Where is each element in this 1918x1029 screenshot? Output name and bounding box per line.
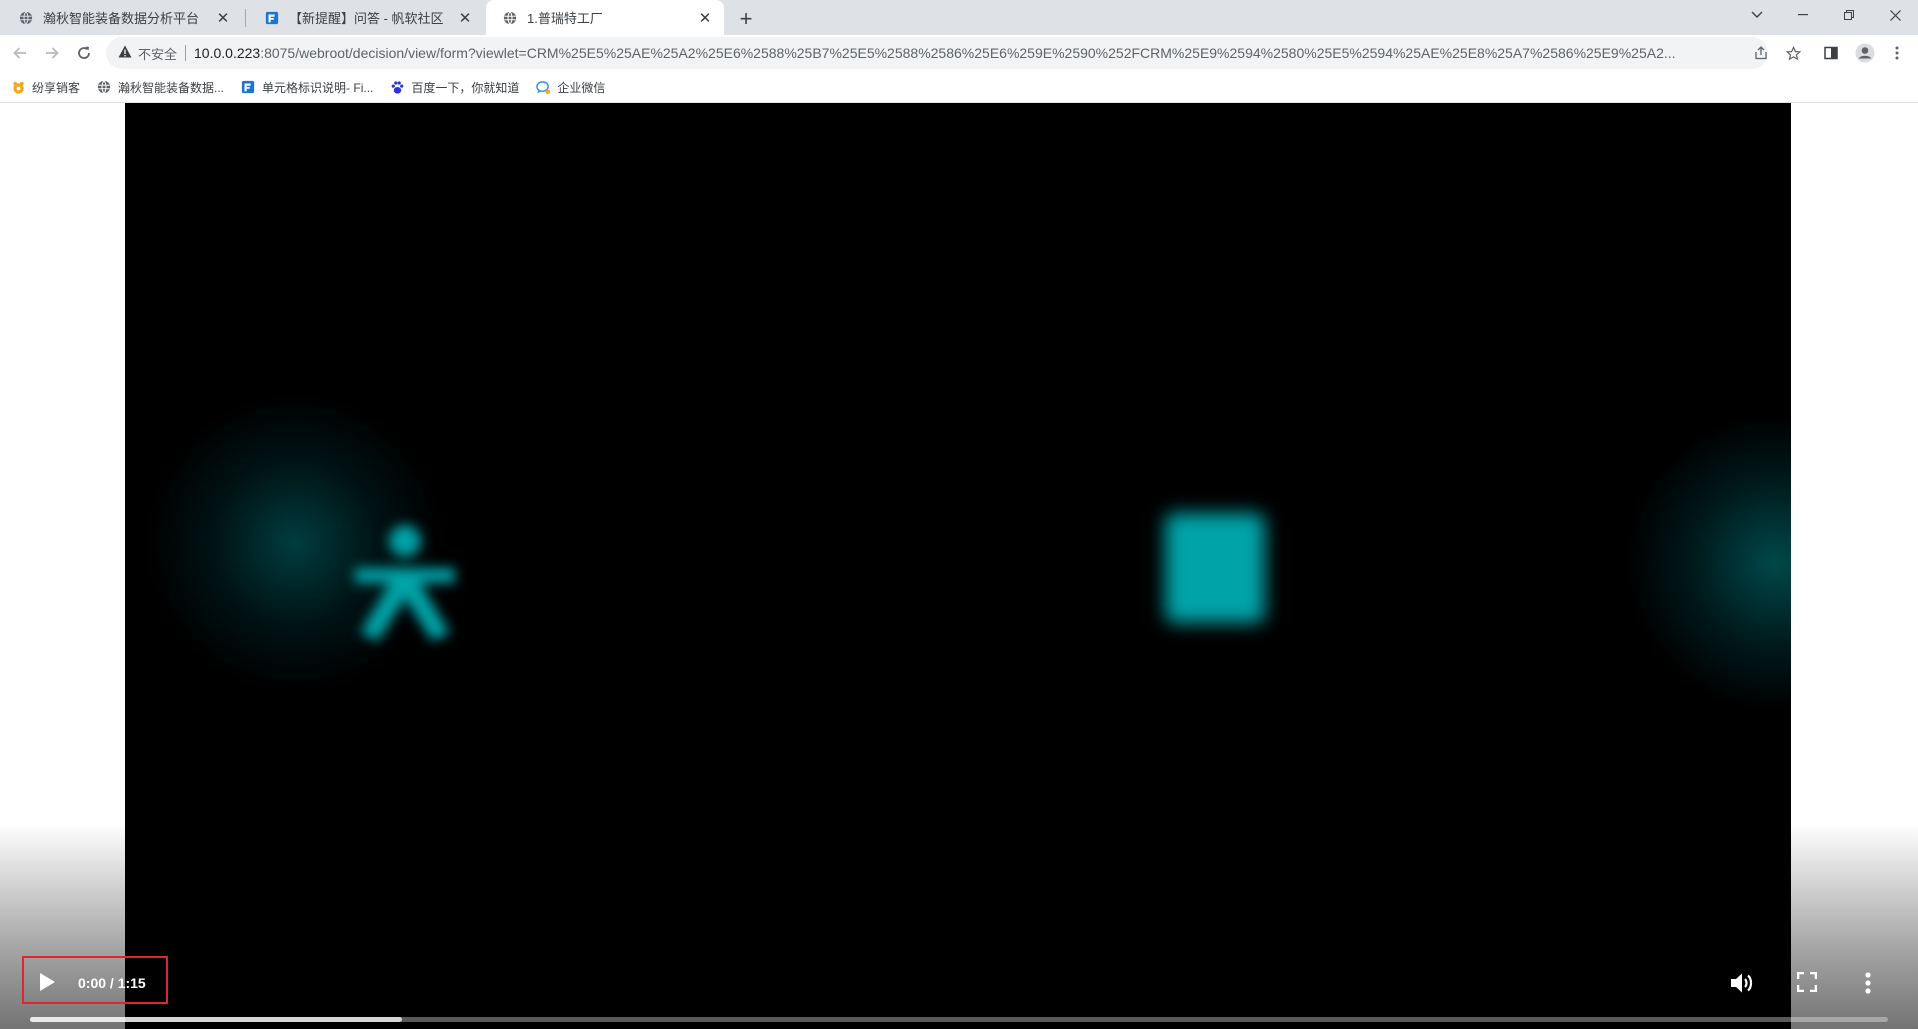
close-tab-icon[interactable]: ✕ — [696, 9, 714, 27]
bookmark-item[interactable]: 企业微信 — [535, 79, 605, 96]
globe-icon — [18, 10, 34, 26]
address-divider — [185, 45, 187, 61]
bookmark-label: 企业微信 — [557, 80, 606, 95]
highlight-box — [22, 956, 168, 1004]
fullscreen-icon — [1797, 972, 1817, 992]
minimize-button[interactable] — [1780, 0, 1826, 30]
video-player[interactable] — [125, 103, 1791, 1029]
back-button[interactable] — [6, 39, 34, 67]
url-host: 10.0.0.223 — [194, 45, 261, 61]
tab-2-active[interactable]: 1.普瑞特工厂 ✕ — [486, 0, 724, 35]
video-frame-figure — [355, 525, 455, 641]
tab-title: 瀚秋智能装备数据分析平台 — [43, 11, 200, 26]
url-path: :8075/webroot/decision/view/form?viewlet… — [260, 45, 1676, 61]
bookmark-item[interactable]: 百度一下，你就知道 — [389, 79, 519, 96]
globe-icon — [502, 10, 518, 26]
tab-strip: 瀚秋智能装备数据分析平台 ✕ 【新提醒】问答 - 帆软社区 ✕ 1.普瑞特工厂 … — [0, 0, 1918, 35]
profile-avatar-icon[interactable] — [1854, 42, 1876, 64]
restore-button[interactable] — [1826, 0, 1872, 30]
video-buffered-bar — [30, 1017, 402, 1022]
video-frame-glow-right — [1625, 413, 1791, 713]
url-text[interactable]: 10.0.0.223:8075/webroot/decision/view/fo… — [194, 45, 1734, 61]
address-bar[interactable]: 不安全 10.0.0.223:8075/webroot/decision/vie… — [106, 37, 1768, 69]
share-icon[interactable] — [1752, 44, 1770, 62]
fanruan-logo-icon — [240, 79, 256, 95]
volume-button[interactable] — [1726, 967, 1758, 999]
fanruan-logo-icon — [264, 10, 280, 26]
bookmark-label: 瀚秋智能装备数据... — [118, 80, 225, 95]
wecom-icon — [535, 79, 551, 95]
volume-icon — [1731, 973, 1753, 993]
tab-1[interactable]: 【新提醒】问答 - 帆软社区 ✕ — [248, 0, 484, 35]
security-status-label[interactable]: 不安全 — [138, 44, 177, 63]
tab-search-chevron-down-icon[interactable] — [1734, 0, 1780, 30]
close-tab-icon[interactable]: ✕ — [214, 9, 232, 27]
bookmark-label: 单元格标识说明- Fi... — [262, 80, 374, 95]
side-panel-icon[interactable] — [1822, 44, 1840, 62]
forward-button[interactable] — [38, 39, 66, 67]
new-tab-button[interactable]: + — [732, 5, 760, 33]
globe-icon — [96, 79, 112, 95]
video-progress-bar[interactable] — [30, 1017, 1888, 1022]
browser-toolbar: 不安全 10.0.0.223:8075/webroot/decision/vie… — [0, 35, 1918, 103]
reload-button[interactable] — [70, 39, 98, 67]
fxiaoke-icon — [10, 79, 26, 95]
tab-title: 【新提醒】问答 - 帆软社区 — [289, 11, 444, 26]
browser-menu-icon[interactable] — [1888, 44, 1906, 62]
bookmark-star-icon[interactable] — [1784, 44, 1802, 62]
page-content: 0:00 / 1:15 — [0, 103, 1918, 1029]
tab-separator — [245, 9, 246, 27]
tab-0[interactable]: 瀚秋智能装备数据分析平台 ✕ — [2, 0, 242, 35]
bookmark-item[interactable]: 单元格标识说明- Fi... — [240, 79, 373, 96]
close-tab-icon[interactable]: ✕ — [456, 9, 474, 27]
bookmarks-bar: 纷享销客 瀚秋智能装备数据... 单元格标识说明- Fi... 百度一下，你就知… — [0, 72, 1918, 102]
bookmark-label: 纷享销客 — [32, 80, 81, 95]
more-vertical-icon — [1865, 972, 1871, 994]
tab-title: 1.普瑞特工厂 — [527, 11, 603, 26]
bookmark-item[interactable]: 纷享销客 — [10, 79, 80, 96]
bookmark-label: 百度一下，你就知道 — [411, 80, 520, 95]
more-options-button[interactable] — [1856, 967, 1880, 999]
bookmark-item[interactable]: 瀚秋智能装备数据... — [96, 79, 224, 96]
fullscreen-button[interactable] — [1792, 967, 1822, 997]
warning-triangle-icon[interactable] — [118, 45, 132, 61]
baidu-paw-icon — [389, 79, 405, 95]
video-frame-square — [1165, 513, 1265, 623]
close-window-button[interactable] — [1872, 0, 1918, 30]
